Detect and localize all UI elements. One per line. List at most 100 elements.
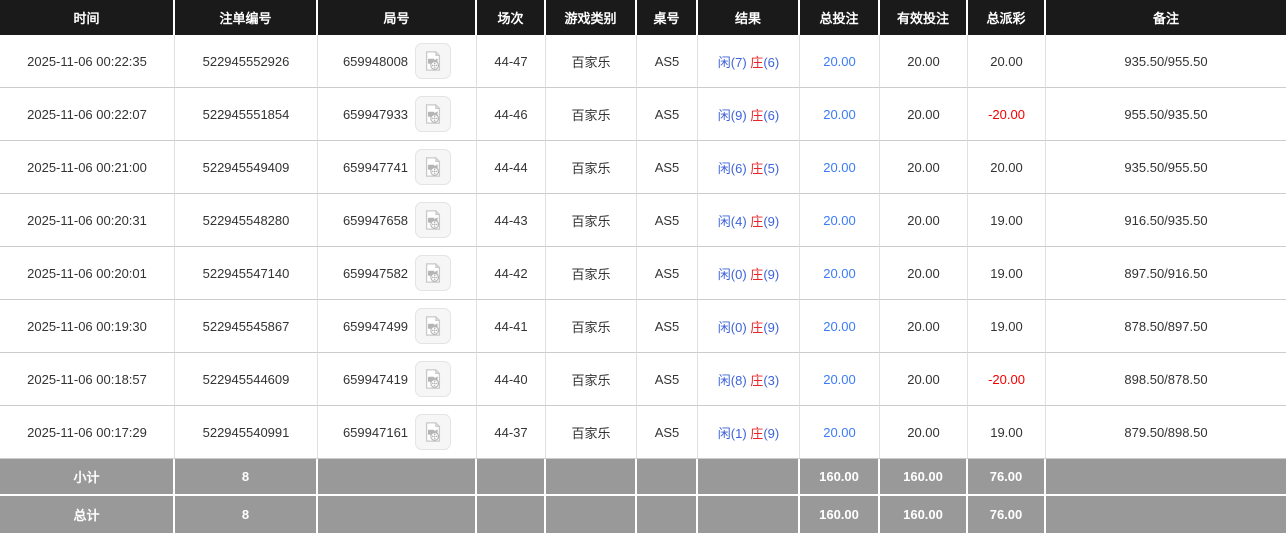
cell-total-bet: 20.00 — [800, 247, 880, 300]
video-replay-icon-button[interactable] — [415, 361, 452, 397]
result-banker-label: 庄 — [750, 372, 764, 388]
result-player: 闲(0) — [717, 319, 747, 335]
cell-total-bet: 20.00 — [800, 194, 880, 247]
cell-result: 闲(0) 庄(9) — [698, 300, 800, 353]
video-replay-icon-button[interactable] — [415, 255, 452, 291]
result-player: 闲(9) — [717, 107, 747, 123]
cell-round-id: 659948008 — [318, 35, 477, 88]
table-row: 2025-11-06 00:22:07 522945551854 659947933… — [0, 88, 1286, 141]
cell-remark: 935.50/955.50 — [1046, 141, 1286, 194]
result-banker-label: 庄 — [750, 160, 764, 176]
cell-session: 44-46 — [477, 88, 546, 141]
cell-bet-id: 522945551854 — [175, 88, 318, 141]
video-replay-icon-button[interactable] — [415, 202, 452, 238]
cell-result: 闲(6) 庄(5) — [698, 141, 800, 194]
grandtotal-row: 总计 8 160.00 160.00 76.00 — [0, 496, 1286, 533]
result-player: 闲(7) — [717, 54, 747, 70]
cell-bet-id: 522945547140 — [175, 247, 318, 300]
footer-total-bet: 160.00 — [800, 459, 880, 496]
result-player: 闲(1) — [717, 425, 747, 441]
cell-game-type: 百家乐 — [546, 194, 637, 247]
column-header-result: 结果 — [698, 0, 800, 35]
footer-empty-session — [477, 496, 546, 533]
result-banker-label: 庄 — [750, 319, 764, 335]
round-id-value: 659947741 — [342, 159, 409, 175]
round-id-wrap: 659947499 — [342, 308, 452, 344]
video-replay-icon — [425, 156, 441, 177]
round-id-value: 659947499 — [342, 318, 409, 334]
round-id-value: 659947933 — [342, 106, 409, 122]
footer-total-bet: 160.00 — [800, 496, 880, 533]
cell-time: 2025-11-06 00:21:00 — [0, 141, 175, 194]
column-header-table-no: 桌号 — [637, 0, 698, 35]
round-id-wrap: 659947933 — [342, 96, 452, 132]
cell-table-no: AS5 — [637, 141, 698, 194]
cell-remark: 898.50/878.50 — [1046, 353, 1286, 406]
column-header-session: 场次 — [477, 0, 546, 35]
header-row: 时间 注单编号 局号 场次 游戏类别 桌号 结果 总投注 有效投注 总派彩 备注 — [0, 0, 1286, 35]
cell-game-type: 百家乐 — [546, 88, 637, 141]
cell-payout: 19.00 — [968, 300, 1046, 353]
footer-count: 8 — [175, 459, 318, 496]
video-replay-icon-button[interactable] — [415, 308, 452, 344]
cell-result: 闲(0) 庄(9) — [698, 247, 800, 300]
result-banker-label: 庄 — [750, 54, 764, 70]
video-replay-icon — [425, 421, 441, 442]
cell-result: 闲(9) 庄(6) — [698, 88, 800, 141]
cell-remark: 955.50/935.50 — [1046, 88, 1286, 141]
cell-payout: -20.00 — [968, 353, 1046, 406]
cell-table-no: AS5 — [637, 247, 698, 300]
cell-round-id: 659947419 — [318, 353, 477, 406]
video-replay-icon — [425, 315, 441, 336]
footer-empty-table-no — [637, 496, 698, 533]
round-id-wrap: 659947658 — [343, 202, 452, 238]
cell-game-type: 百家乐 — [546, 35, 637, 88]
footer-empty-result — [698, 496, 800, 533]
footer-label: 小计 — [0, 459, 175, 496]
video-replay-icon-button[interactable] — [415, 43, 452, 79]
video-replay-icon-button[interactable] — [415, 414, 452, 450]
cell-remark: 878.50/897.50 — [1046, 300, 1286, 353]
footer-payout: 76.00 — [968, 459, 1046, 496]
cell-result: 闲(8) 庄(3) — [698, 353, 800, 406]
cell-time: 2025-11-06 00:22:35 — [0, 35, 175, 88]
cell-table-no: AS5 — [637, 300, 698, 353]
footer-empty-round — [318, 496, 477, 533]
cell-valid-bet: 20.00 — [880, 406, 968, 459]
footer-empty-session — [477, 459, 546, 496]
video-replay-icon-button[interactable] — [415, 96, 452, 132]
cell-result: 闲(7) 庄(6) — [698, 35, 800, 88]
table-body: 2025-11-06 00:22:35 522945552926 659948008… — [0, 35, 1286, 459]
round-id-wrap: 659947582 — [343, 255, 452, 291]
cell-round-id: 659947582 — [318, 247, 477, 300]
column-header-game-type: 游戏类别 — [546, 0, 637, 35]
round-id-wrap: 659947161 — [342, 414, 452, 450]
column-header-valid-bet: 有效投注 — [880, 0, 968, 35]
cell-remark: 916.50/935.50 — [1046, 194, 1286, 247]
footer-label: 总计 — [0, 496, 175, 533]
round-id-wrap: 659947741 — [342, 149, 452, 185]
footer-empty-round — [318, 459, 477, 496]
result-banker-score: (9) — [763, 425, 780, 441]
video-replay-icon — [425, 262, 441, 283]
result-player: 闲(0) — [717, 266, 747, 282]
cell-payout: 19.00 — [968, 406, 1046, 459]
table-row: 2025-11-06 00:21:00 522945549409 659947741… — [0, 141, 1286, 194]
round-id-value: 659947161 — [342, 424, 409, 440]
cell-total-bet: 20.00 — [800, 88, 880, 141]
result-banker-score: (9) — [763, 319, 780, 335]
video-replay-icon — [425, 50, 441, 71]
cell-session: 44-44 — [477, 141, 546, 194]
footer-count: 8 — [175, 496, 318, 533]
footer-valid-bet: 160.00 — [880, 459, 968, 496]
table-row: 2025-11-06 00:20:01 522945547140 659947582… — [0, 247, 1286, 300]
video-replay-icon — [425, 103, 441, 124]
cell-session: 44-47 — [477, 35, 546, 88]
table-row: 2025-11-06 00:18:57 522945544609 659947419… — [0, 353, 1286, 406]
cell-time: 2025-11-06 00:22:07 — [0, 88, 175, 141]
cell-total-bet: 20.00 — [800, 353, 880, 406]
column-header-payout: 总派彩 — [968, 0, 1046, 35]
table-row: 2025-11-06 00:20:31 522945548280 659947658… — [0, 194, 1286, 247]
video-replay-icon-button[interactable] — [415, 149, 452, 185]
cell-time: 2025-11-06 00:18:57 — [0, 353, 175, 406]
